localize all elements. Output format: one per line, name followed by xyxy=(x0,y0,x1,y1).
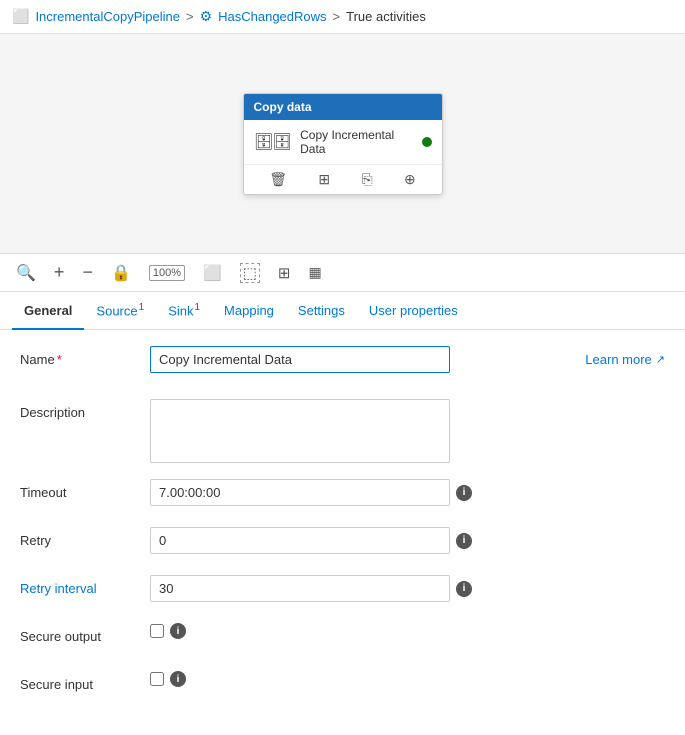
tab-source-badge: 1 xyxy=(139,302,145,313)
learn-more-container: Learn more ↗ xyxy=(545,346,665,367)
learn-more-link[interactable]: Learn more ↗ xyxy=(585,352,665,367)
secure-input-checkbox[interactable] xyxy=(150,672,164,686)
tab-mapping-label: Mapping xyxy=(224,303,274,318)
copy-icon: 🗄 🗄 xyxy=(254,132,293,152)
retry-interval-input[interactable] xyxy=(150,575,450,602)
retry-label: Retry xyxy=(20,527,150,548)
secure-input-info-icon[interactable]: i xyxy=(170,671,186,687)
breadcrumb-activity[interactable]: HasChangedRows xyxy=(218,9,326,24)
breadcrumb-activity-icon: ⚙ xyxy=(200,8,213,25)
remove-button[interactable]: − xyxy=(78,260,97,285)
search-button[interactable]: 🔍 xyxy=(12,261,40,285)
retry-interval-control-wrap: i xyxy=(150,575,665,602)
select-button[interactable]: ⬚ xyxy=(236,261,264,285)
fit-screen-button[interactable]: ⬜ xyxy=(199,262,226,284)
status-dot xyxy=(422,137,432,147)
activity-node-actions: 🗑 ⊞ ⎘ ⊕ xyxy=(244,165,442,194)
secure-input-label: Secure input xyxy=(20,671,150,692)
tab-settings-label: Settings xyxy=(298,303,345,318)
breadcrumb-pipeline[interactable]: IncrementalCopyPipeline xyxy=(35,9,180,24)
secure-input-control-wrap: i xyxy=(150,671,665,687)
lock-icon: 🔒 xyxy=(111,263,131,283)
name-required: * xyxy=(57,352,62,367)
secure-output-info-icon[interactable]: i xyxy=(170,623,186,639)
layout-button[interactable]: ▦ xyxy=(304,262,325,283)
toolbar: 🔍 + − 🔒 100% ⬜ ⬚ ⊞ ▦ xyxy=(0,254,685,292)
fit-icon: ⬜ xyxy=(203,264,222,282)
tab-source[interactable]: Source1 xyxy=(84,292,156,330)
retry-control-wrap: i xyxy=(150,527,665,554)
timeout-control-wrap: i xyxy=(150,479,665,506)
description-row: Description xyxy=(20,399,665,463)
description-control-wrap xyxy=(150,399,665,463)
minus-icon: − xyxy=(82,262,93,283)
group-button[interactable]: ⊞ xyxy=(274,262,295,284)
retry-info-icon[interactable]: i xyxy=(456,533,472,549)
breadcrumb: ⬜ IncrementalCopyPipeline > ⚙ HasChanged… xyxy=(0,0,685,34)
retry-input[interactable] xyxy=(150,527,450,554)
tab-sink-badge: 1 xyxy=(194,302,200,313)
timeout-info-icon[interactable]: i xyxy=(456,485,472,501)
add-button[interactable]: + xyxy=(50,260,69,285)
canvas: Copy data 🗄 🗄 Copy Incremental Data 🗑 ⊞ … xyxy=(0,34,685,254)
search-icon: 🔍 xyxy=(16,263,36,283)
retry-interval-row: Retry interval i xyxy=(20,575,665,607)
external-link-icon: ↗ xyxy=(656,353,665,366)
tab-general-label: General xyxy=(24,303,72,318)
name-input[interactable] xyxy=(150,346,450,373)
layout-icon: ▦ xyxy=(308,264,321,281)
copy-action-icon[interactable]: ⎘ xyxy=(361,171,372,188)
activity-node[interactable]: Copy data 🗄 🗄 Copy Incremental Data 🗑 ⊞ … xyxy=(243,93,443,195)
timeout-input[interactable] xyxy=(150,479,450,506)
breadcrumb-last: True activities xyxy=(346,9,426,24)
activity-node-label: Copy Incremental Data xyxy=(300,128,413,156)
secure-output-control-wrap: i xyxy=(150,623,665,639)
tab-settings[interactable]: Settings xyxy=(286,293,357,330)
description-label: Description xyxy=(20,399,150,420)
tab-sink[interactable]: Sink1 xyxy=(156,292,212,330)
retry-interval-info-icon[interactable]: i xyxy=(456,581,472,597)
tab-sink-label: Sink xyxy=(168,303,193,318)
clone-icon[interactable]: ⊞ xyxy=(318,171,330,188)
activity-node-body: 🗄 🗄 Copy Incremental Data xyxy=(244,120,442,165)
secure-output-checkbox[interactable] xyxy=(150,624,164,638)
pipeline-icon: ⬜ xyxy=(12,8,29,25)
select-icon: ⬚ xyxy=(240,263,260,283)
add-activity-icon[interactable]: ⊕ xyxy=(404,171,416,188)
timeout-row: Timeout i xyxy=(20,479,665,511)
zoom-button[interactable]: 100% xyxy=(145,263,189,283)
tab-mapping[interactable]: Mapping xyxy=(212,293,286,330)
zoom-icon: 100% xyxy=(149,265,185,281)
tabs-container: General Source1 Sink1 Mapping Settings U… xyxy=(0,292,685,330)
timeout-label: Timeout xyxy=(20,479,150,500)
retry-row: Retry i xyxy=(20,527,665,559)
delete-icon[interactable]: 🗑 xyxy=(269,171,287,188)
lock-button[interactable]: 🔒 xyxy=(107,261,135,285)
name-row: Name* Learn more ↗ xyxy=(20,346,665,383)
tab-user-properties[interactable]: User properties xyxy=(357,293,470,330)
learn-more-label: Learn more xyxy=(585,352,651,367)
group-icon: ⊞ xyxy=(278,264,291,282)
breadcrumb-sep1: > xyxy=(186,9,194,24)
name-control-wrap xyxy=(150,346,545,373)
form-area: Name* Learn more ↗ Description Timeout i xyxy=(0,330,685,735)
secure-input-row: Secure input i xyxy=(20,671,665,703)
description-input[interactable] xyxy=(150,399,450,463)
breadcrumb-sep2: > xyxy=(333,9,341,24)
activity-node-header: Copy data xyxy=(244,94,442,120)
tab-user-properties-label: User properties xyxy=(369,303,458,318)
secure-output-row: Secure output i xyxy=(20,623,665,655)
name-label: Name* xyxy=(20,346,150,367)
secure-output-label: Secure output xyxy=(20,623,150,644)
tab-source-label: Source xyxy=(96,303,137,318)
retry-interval-label: Retry interval xyxy=(20,575,150,596)
tab-general[interactable]: General xyxy=(12,293,84,330)
add-icon: + xyxy=(54,262,65,283)
